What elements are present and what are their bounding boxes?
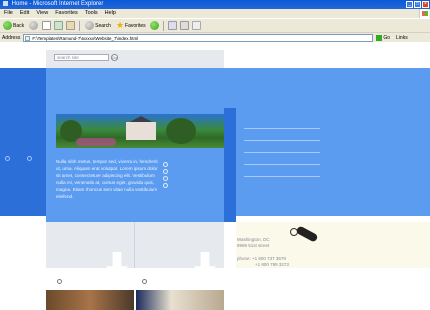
menu-tools[interactable]: Tools bbox=[85, 9, 98, 18]
left-column bbox=[0, 68, 46, 221]
favorites-label: Favorites bbox=[125, 22, 146, 29]
address-label: Address bbox=[2, 34, 21, 41]
small-circle-icon[interactable] bbox=[57, 279, 62, 284]
right-nav-lines bbox=[244, 128, 320, 188]
building-thumbnail[interactable] bbox=[136, 290, 224, 310]
refresh-icon[interactable] bbox=[54, 21, 64, 30]
address-value: F:\Templates\Ramund-7\Ixxxxx\Website_7\i… bbox=[32, 35, 139, 41]
window-title: Home - Microsoft Internet Explorer bbox=[11, 1, 104, 7]
home-icon[interactable] bbox=[66, 21, 76, 30]
house-shape bbox=[126, 122, 156, 140]
toolbar-separator bbox=[79, 20, 81, 31]
search-label: Search bbox=[95, 22, 111, 29]
media-icon[interactable] bbox=[149, 21, 159, 30]
tree-shape bbox=[166, 118, 196, 144]
standard-toolbar: Back Search ★ Favorites bbox=[0, 18, 430, 32]
back-arrow-icon bbox=[3, 21, 12, 30]
page-canvas: search site Go Nulla nibh metus, tempor … bbox=[0, 42, 430, 310]
menu-view[interactable]: View bbox=[36, 9, 48, 18]
contact-address: Washington, DC 9999 51st street bbox=[237, 237, 270, 249]
bullet-icon[interactable] bbox=[163, 162, 168, 167]
windows-logo-icon bbox=[419, 9, 429, 18]
site-search-input[interactable]: search site bbox=[54, 54, 109, 61]
minimize-button[interactable]: _ bbox=[406, 1, 413, 8]
window-controls: _ □ × bbox=[406, 1, 429, 8]
bullet-icons bbox=[163, 162, 168, 190]
mail-icon[interactable] bbox=[167, 21, 177, 30]
phone-number-2: +1 800 799 3273 bbox=[255, 262, 289, 267]
contact-street: 9999 51st street bbox=[237, 243, 270, 248]
forward-arrow-icon bbox=[29, 21, 39, 30]
building-thumbnail[interactable] bbox=[46, 290, 134, 310]
search-button[interactable]: Search bbox=[84, 20, 112, 31]
menu-favorites[interactable]: Favorites bbox=[55, 9, 78, 18]
body-text: Nulla nibh metus, tempor sed, viverra in… bbox=[56, 159, 158, 199]
ie-icon bbox=[3, 0, 8, 6]
back-label: Back bbox=[13, 22, 25, 29]
small-circle-icon[interactable] bbox=[142, 279, 147, 284]
address-input[interactable]: F:\Templates\Ramund-7\Ixxxxx\Website_7\i… bbox=[23, 33, 374, 42]
bullet-icon[interactable] bbox=[163, 169, 168, 174]
go-button[interactable]: Go bbox=[376, 34, 391, 41]
links-button[interactable]: Links bbox=[396, 35, 408, 41]
nav-icon[interactable] bbox=[5, 156, 10, 161]
maximize-button[interactable]: □ bbox=[414, 1, 421, 8]
back-button[interactable]: Back bbox=[2, 20, 25, 31]
nav-line[interactable] bbox=[244, 164, 320, 165]
flower-bed bbox=[76, 138, 116, 146]
contact-phones: phone: +1 800 737 3579 +1 800 799 3273 bbox=[237, 256, 289, 268]
phone-label: phone: bbox=[237, 256, 251, 261]
star-icon: ★ bbox=[115, 20, 125, 30]
bottom-left-margin bbox=[0, 216, 46, 268]
site-search-go-button[interactable]: Go bbox=[111, 54, 118, 61]
favorites-button[interactable]: ★ Favorites bbox=[115, 20, 147, 31]
go-arrow-icon bbox=[376, 34, 383, 41]
bullet-icon[interactable] bbox=[163, 183, 168, 188]
phone-number-1: +1 800 737 3579 bbox=[252, 256, 286, 261]
search-icon bbox=[85, 21, 95, 30]
phone-handset-icon bbox=[290, 225, 320, 248]
menu-file[interactable]: File bbox=[4, 9, 13, 18]
nav-line[interactable] bbox=[244, 152, 320, 153]
nav-icon[interactable] bbox=[27, 156, 32, 161]
print-icon[interactable] bbox=[179, 21, 189, 30]
menu-bar: File Edit View Favorites Tools Help bbox=[0, 9, 430, 18]
nav-line[interactable] bbox=[244, 176, 320, 177]
browser-window: Home - Microsoft Internet Explorer _ □ ×… bbox=[0, 0, 430, 310]
page-icon bbox=[25, 35, 31, 41]
phone-body-shape bbox=[295, 225, 319, 243]
edit-icon[interactable] bbox=[191, 21, 201, 30]
title-bar[interactable]: Home - Microsoft Internet Explorer _ □ × bbox=[0, 0, 430, 9]
forward-button[interactable] bbox=[28, 20, 39, 31]
page-viewport[interactable]: search site Go Nulla nibh metus, tempor … bbox=[0, 42, 430, 310]
close-button[interactable]: × bbox=[422, 1, 429, 8]
menu-help[interactable]: Help bbox=[105, 9, 116, 18]
nav-line[interactable] bbox=[244, 140, 320, 141]
stop-icon[interactable] bbox=[42, 21, 52, 30]
house-photo bbox=[56, 114, 224, 148]
go-label: Go bbox=[383, 34, 391, 41]
bottom-gray-panel bbox=[46, 222, 224, 268]
address-bar: Address F:\Templates\Ramund-7\Ixxxxx\Web… bbox=[0, 32, 430, 42]
nav-line[interactable] bbox=[244, 128, 320, 129]
menu-edit[interactable]: Edit bbox=[20, 9, 29, 18]
bullet-icon[interactable] bbox=[163, 176, 168, 181]
bottom-divider bbox=[134, 222, 135, 268]
toolbar-separator bbox=[162, 20, 164, 31]
divider-column bbox=[224, 108, 236, 222]
